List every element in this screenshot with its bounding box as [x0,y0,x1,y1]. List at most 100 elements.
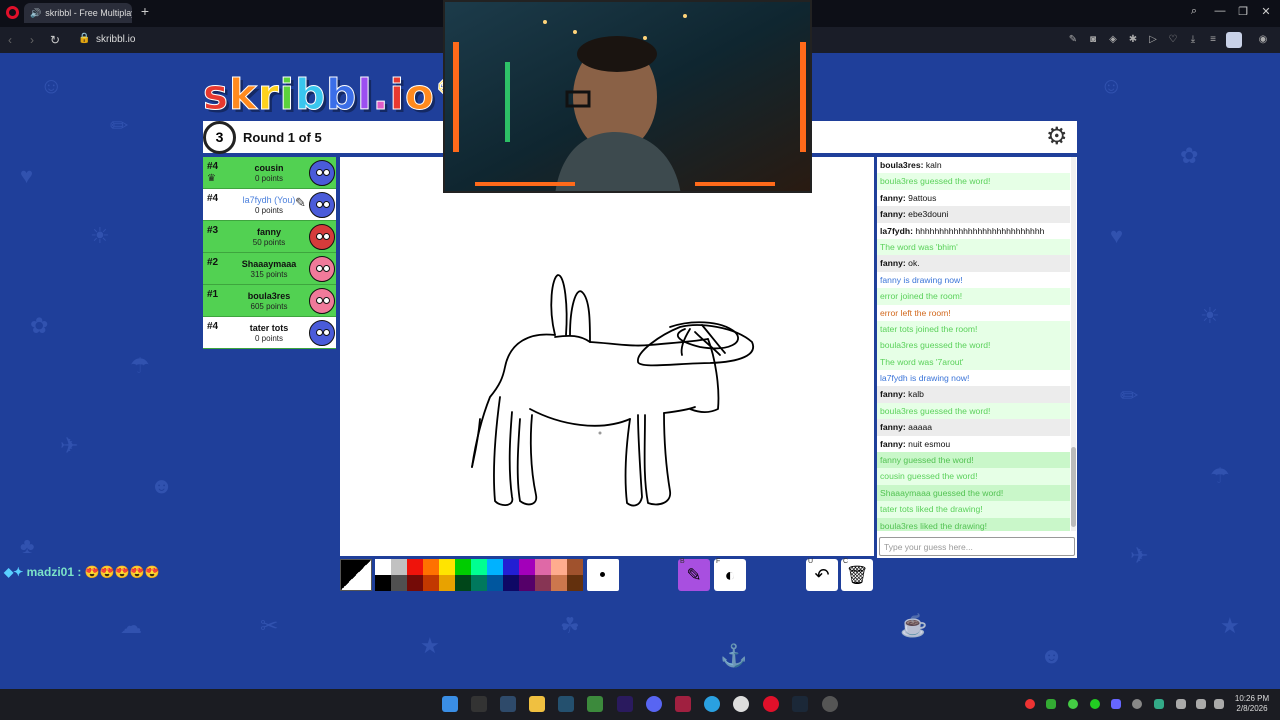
brush-size-button[interactable] [587,559,619,591]
color-swatch[interactable] [391,559,407,575]
tray-icon-xbox[interactable] [1068,699,1078,709]
drawing-canvas[interactable] [340,157,874,556]
discord-icon[interactable] [646,696,662,712]
forward-icon[interactable]: › [30,33,34,47]
player-list: #4 ♛ cousin 0 points #4 la7fydh (You) 0 points… [203,157,336,349]
color-swatch[interactable] [455,559,471,575]
tray-icon-red[interactable] [1025,699,1035,709]
color-swatch[interactable] [567,559,583,575]
player-row[interactable]: #3 fanny 50 points [203,221,336,253]
app-icon[interactable] [500,696,516,712]
color-swatch[interactable] [455,575,471,591]
color-swatch[interactable] [375,559,391,575]
tray-icon-purple[interactable] [1111,699,1121,709]
valorant-icon[interactable] [675,696,691,712]
file-explorer-icon[interactable] [529,696,545,712]
color-swatch[interactable] [391,575,407,591]
new-tab-button[interactable]: + [139,4,151,18]
color-swatch[interactable] [423,559,439,575]
telegram-icon[interactable] [704,696,720,712]
epic-games-icon[interactable] [471,696,487,712]
color-swatch[interactable] [551,575,567,591]
color-swatch[interactable] [503,559,519,575]
edit-icon[interactable]: ✎ [1066,34,1080,45]
start-icon[interactable] [442,696,458,712]
player-points: 0 points [254,334,284,343]
color-swatch[interactable] [535,559,551,575]
player-row[interactable]: #4 ♛ cousin 0 points [203,157,336,189]
color-swatch[interactable] [535,575,551,591]
color-swatch[interactable] [471,559,487,575]
chat-user: fanny: [880,422,906,433]
player-row[interactable]: #1 boula3res 605 points [203,285,336,317]
player-row[interactable]: #2 Shaaaymaaa 315 points [203,253,336,285]
color-swatch[interactable] [407,575,423,591]
undo-button[interactable]: U ↶ [806,558,838,591]
settings-taskbar-icon[interactable] [822,696,838,712]
tray-icon-nvidia[interactable] [1046,699,1056,709]
chat-text: aaaaa [908,422,933,433]
current-color-swatch[interactable] [340,559,372,591]
color-swatch[interactable] [439,575,455,591]
color-swatch[interactable] [487,559,503,575]
color-swatch[interactable] [519,559,535,575]
timer-clock: 3 [203,121,236,154]
chat-message: fanny: ebe3douni [877,206,1070,223]
color-swatch[interactable] [375,575,391,591]
color-swatch[interactable] [423,575,439,591]
minimize-button[interactable]: — [1210,5,1230,17]
color-swatch[interactable] [567,575,583,591]
player-name: Shaaaymaaa [241,259,297,269]
chat-text: 9attous [908,192,937,203]
color-swatch[interactable] [503,575,519,591]
fill-tool-button[interactable]: F ◐ [714,558,746,591]
tray-icon-shield[interactable] [1154,699,1164,709]
brush-tool-button[interactable]: B ✎ [678,558,710,591]
shield-icon[interactable]: ◈ [1106,34,1120,45]
url-field[interactable]: skribbl.io [96,34,135,45]
settings-gear-icon[interactable]: ⚙ [1046,123,1068,151]
color-swatch[interactable] [487,575,503,591]
reload-icon[interactable]: ↻ [50,33,60,47]
xbox-icon[interactable] [587,696,603,712]
color-swatch[interactable] [519,575,535,591]
color-swatch[interactable] [439,559,455,575]
close-button[interactable]: ✕ [1256,5,1276,18]
color-swatch[interactable] [471,575,487,591]
color-swatch[interactable] [551,559,567,575]
battery-icon[interactable] [1214,699,1224,709]
camera-icon[interactable]: ◙ [1086,34,1100,45]
chat-message: fanny: 9attous [877,190,1070,206]
color-swatch[interactable] [407,559,423,575]
chat-message: boula3res guessed the word! [877,337,1070,354]
profile-icon[interactable] [1226,32,1242,48]
opera-taskbar-icon[interactable] [763,696,779,712]
heart-icon[interactable]: ♡ [1166,34,1180,45]
maximize-button[interactable]: ❐ [1233,5,1253,18]
lightroom-icon[interactable] [558,696,574,712]
player-row[interactable]: #4 tater tots 0 points [203,317,336,349]
webcam-image [445,2,810,191]
chat-scrollbar[interactable] [1071,157,1076,531]
guess-input[interactable] [879,537,1075,556]
premiere-icon[interactable] [617,696,633,712]
steam-icon[interactable] [792,696,808,712]
microphone-icon[interactable] [1176,699,1186,709]
play-icon[interactable]: ▷ [1146,34,1160,45]
back-icon[interactable]: ‹ [8,33,12,47]
browser-tab[interactable]: 🔊skribbl - Free Multiplayer Drawing & Gu… [24,3,132,23]
opera-logo-icon[interactable] [6,6,19,19]
player-row[interactable]: #4 la7fydh (You) 0 points ✎ [203,189,336,221]
tray-icon-green[interactable] [1090,699,1100,709]
search-tabs-icon[interactable]: ⌕ [1184,5,1204,18]
menu-icon[interactable]: ≡ [1206,34,1220,45]
sidebar-icon[interactable]: ◉ [1256,34,1270,45]
obs-icon[interactable] [733,696,749,712]
volume-icon[interactable] [1196,699,1206,709]
system-clock[interactable]: 10:26 PM 2/8/2026 [1232,694,1272,714]
tray-icon-gear[interactable] [1132,699,1142,709]
chat-user: fanny: [880,389,906,400]
download-icon[interactable]: ⤓ [1186,34,1200,45]
clear-button[interactable]: C 🗑 [841,558,873,591]
extension-icon[interactable]: ✱ [1126,34,1140,45]
